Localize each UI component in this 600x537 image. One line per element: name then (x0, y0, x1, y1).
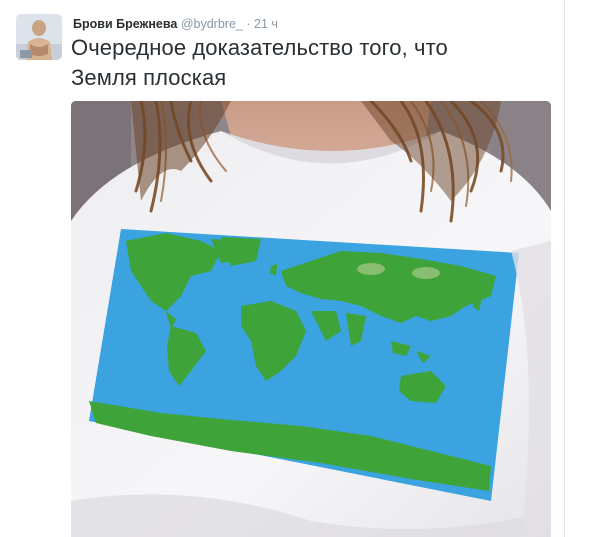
author-name[interactable]: Брови Брежнева (73, 17, 177, 31)
tweet-text-line-2: Земля плоская (71, 65, 227, 90)
tweet-text: Очередное доказательство того, что Земля… (71, 33, 571, 93)
tweet: Брови Брежнева @bydrbre_ · 21 ч Очередно… (0, 0, 600, 537)
timestamp[interactable]: 21 ч (254, 17, 278, 31)
tweet-photo[interactable] (71, 101, 551, 537)
photo-image (71, 101, 551, 537)
separator-dot: · (246, 17, 251, 31)
author-handle[interactable]: @bydrbre_ (181, 17, 243, 31)
avatar[interactable] (16, 14, 62, 60)
tweet-header: Брови Брежнева @bydrbre_ · 21 ч (73, 15, 278, 33)
tweet-text-line-1: Очередное доказательство того, что (71, 35, 448, 60)
timeline-divider (564, 0, 565, 537)
avatar-image (16, 14, 62, 60)
